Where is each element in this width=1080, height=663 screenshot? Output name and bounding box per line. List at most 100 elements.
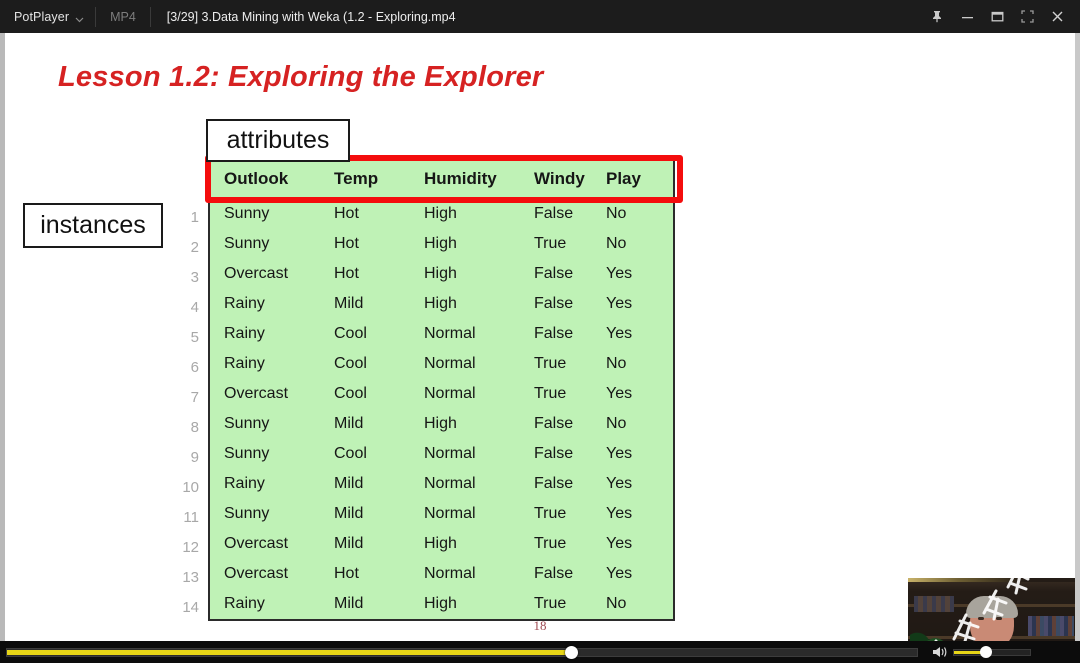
cell-windy: False bbox=[534, 325, 574, 342]
table-row: Rainy Mild High False Yes bbox=[210, 289, 673, 319]
webcam-overlay bbox=[908, 578, 1075, 641]
cell-temp: Mild bbox=[334, 475, 364, 492]
cell-humidity: High bbox=[424, 205, 457, 222]
cell-humidity: Normal bbox=[424, 565, 476, 582]
table-row: Overcast Mild High True Yes bbox=[210, 529, 673, 559]
table-row: Sunny Mild Normal True Yes bbox=[210, 499, 673, 529]
cell-play: Yes bbox=[606, 325, 633, 342]
pin-icon[interactable] bbox=[922, 0, 952, 33]
close-icon[interactable] bbox=[1042, 0, 1072, 33]
cell-play: Yes bbox=[606, 265, 633, 282]
app-name-label: PotPlayer bbox=[14, 9, 70, 24]
volume-group bbox=[932, 645, 1031, 659]
table-row: Overcast Hot Normal False Yes bbox=[210, 559, 673, 589]
column-header-humidity: Humidity bbox=[424, 169, 497, 188]
table-row: Overcast Hot High False Yes bbox=[210, 259, 673, 289]
cell-humidity: High bbox=[424, 595, 457, 612]
cell-temp: Hot bbox=[334, 565, 359, 582]
table-row: Sunny Cool Normal False Yes bbox=[210, 439, 673, 469]
row-number-column: 1 2 3 4 5 6 7 8 9 10 11 12 13 14 bbox=[168, 159, 204, 623]
media-title-label: [3/29] 3.Data Mining with Weka (1.2 - Ex… bbox=[166, 9, 456, 24]
table-row: Rainy Cool Normal True No bbox=[210, 349, 673, 379]
row-number: 3 bbox=[190, 269, 199, 286]
table-row: Rainy Mild High True No bbox=[210, 589, 673, 619]
cell-outlook: Sunny bbox=[224, 415, 270, 432]
seek-bar[interactable] bbox=[6, 645, 918, 659]
cell-windy: False bbox=[534, 205, 574, 222]
cell-play: Yes bbox=[606, 535, 633, 552]
title-bar: PotPlayer MP4 [3/29] 3.Data Mining with … bbox=[0, 0, 1080, 33]
cell-temp: Hot bbox=[334, 235, 359, 252]
cell-outlook: Sunny bbox=[224, 505, 270, 522]
speaker-icon[interactable] bbox=[932, 645, 948, 659]
cell-temp: Mild bbox=[334, 505, 364, 522]
cell-windy: True bbox=[534, 235, 567, 252]
cell-temp: Mild bbox=[334, 535, 364, 552]
cell-humidity: High bbox=[424, 415, 457, 432]
cell-outlook: Overcast bbox=[224, 535, 289, 552]
row-number: 10 bbox=[182, 479, 199, 496]
row-number: 12 bbox=[182, 539, 199, 556]
cell-play: Yes bbox=[606, 565, 633, 582]
row-number: 4 bbox=[190, 299, 199, 316]
column-header-outlook: Outlook bbox=[224, 169, 289, 188]
row-number: 6 bbox=[190, 359, 199, 376]
cell-windy: False bbox=[534, 265, 574, 282]
cell-outlook: Overcast bbox=[224, 385, 289, 402]
table-row: Rainy Mild Normal False Yes bbox=[210, 469, 673, 499]
cell-temp: Cool bbox=[334, 325, 367, 342]
slide-right-edge bbox=[1075, 33, 1080, 641]
volume-slider[interactable] bbox=[953, 645, 1031, 658]
row-number-spacer bbox=[168, 159, 204, 203]
file-type-label: MP4 bbox=[110, 9, 136, 24]
cell-play: No bbox=[606, 595, 627, 612]
cell-outlook: Overcast bbox=[224, 265, 289, 282]
minimize-icon[interactable] bbox=[952, 0, 982, 33]
row-number: 5 bbox=[190, 329, 199, 346]
cell-humidity: High bbox=[424, 235, 457, 252]
cell-play: No bbox=[606, 415, 627, 432]
cell-outlook: Rainy bbox=[224, 295, 265, 312]
column-header-temp: Temp bbox=[334, 169, 379, 188]
row-number: 2 bbox=[190, 239, 199, 256]
maximize-icon[interactable] bbox=[982, 0, 1012, 33]
cell-windy: True bbox=[534, 505, 567, 522]
cell-temp: Mild bbox=[334, 595, 364, 612]
column-header-windy: Windy bbox=[534, 169, 585, 188]
slide-title: Lesson 1.2: Exploring the Explorer bbox=[58, 61, 544, 93]
cell-play: No bbox=[606, 235, 627, 252]
seek-progress-fill bbox=[7, 649, 572, 655]
cell-outlook: Sunny bbox=[224, 205, 270, 222]
cell-humidity: Normal bbox=[424, 445, 476, 462]
seek-handle[interactable] bbox=[565, 645, 579, 659]
cell-outlook: Rainy bbox=[224, 475, 265, 492]
cell-temp: Cool bbox=[334, 445, 367, 462]
cell-humidity: High bbox=[424, 295, 457, 312]
window-controls bbox=[922, 0, 1080, 33]
cell-windy: False bbox=[534, 475, 574, 492]
volume-handle[interactable] bbox=[979, 645, 992, 658]
cell-windy: True bbox=[534, 385, 567, 402]
cell-play: Yes bbox=[606, 505, 633, 522]
cell-windy: False bbox=[534, 445, 574, 462]
video-surface[interactable]: Lesson 1.2: Exploring the Explorer 1 2 3… bbox=[0, 33, 1080, 641]
cell-outlook: Rainy bbox=[224, 355, 265, 372]
presenter-eye bbox=[978, 617, 984, 620]
cell-humidity: High bbox=[424, 535, 457, 552]
cell-humidity: Normal bbox=[424, 355, 476, 372]
webcam-top-strip bbox=[908, 578, 1075, 582]
cell-humidity: Normal bbox=[424, 475, 476, 492]
row-number: 9 bbox=[190, 449, 199, 466]
presenter-hair bbox=[966, 596, 1018, 618]
app-menu-button[interactable]: PotPlayer bbox=[0, 0, 95, 33]
cell-windy: False bbox=[534, 565, 574, 582]
row-number: 11 bbox=[183, 509, 199, 526]
cell-outlook: Rainy bbox=[224, 595, 265, 612]
column-header-play: Play bbox=[606, 169, 641, 188]
fullscreen-icon[interactable] bbox=[1012, 0, 1042, 33]
callout-attributes: attributes bbox=[206, 119, 350, 162]
chevron-down-icon[interactable] bbox=[75, 11, 84, 23]
cell-temp: Mild bbox=[334, 415, 364, 432]
cell-humidity: Normal bbox=[424, 385, 476, 402]
cell-humidity: High bbox=[424, 265, 457, 282]
